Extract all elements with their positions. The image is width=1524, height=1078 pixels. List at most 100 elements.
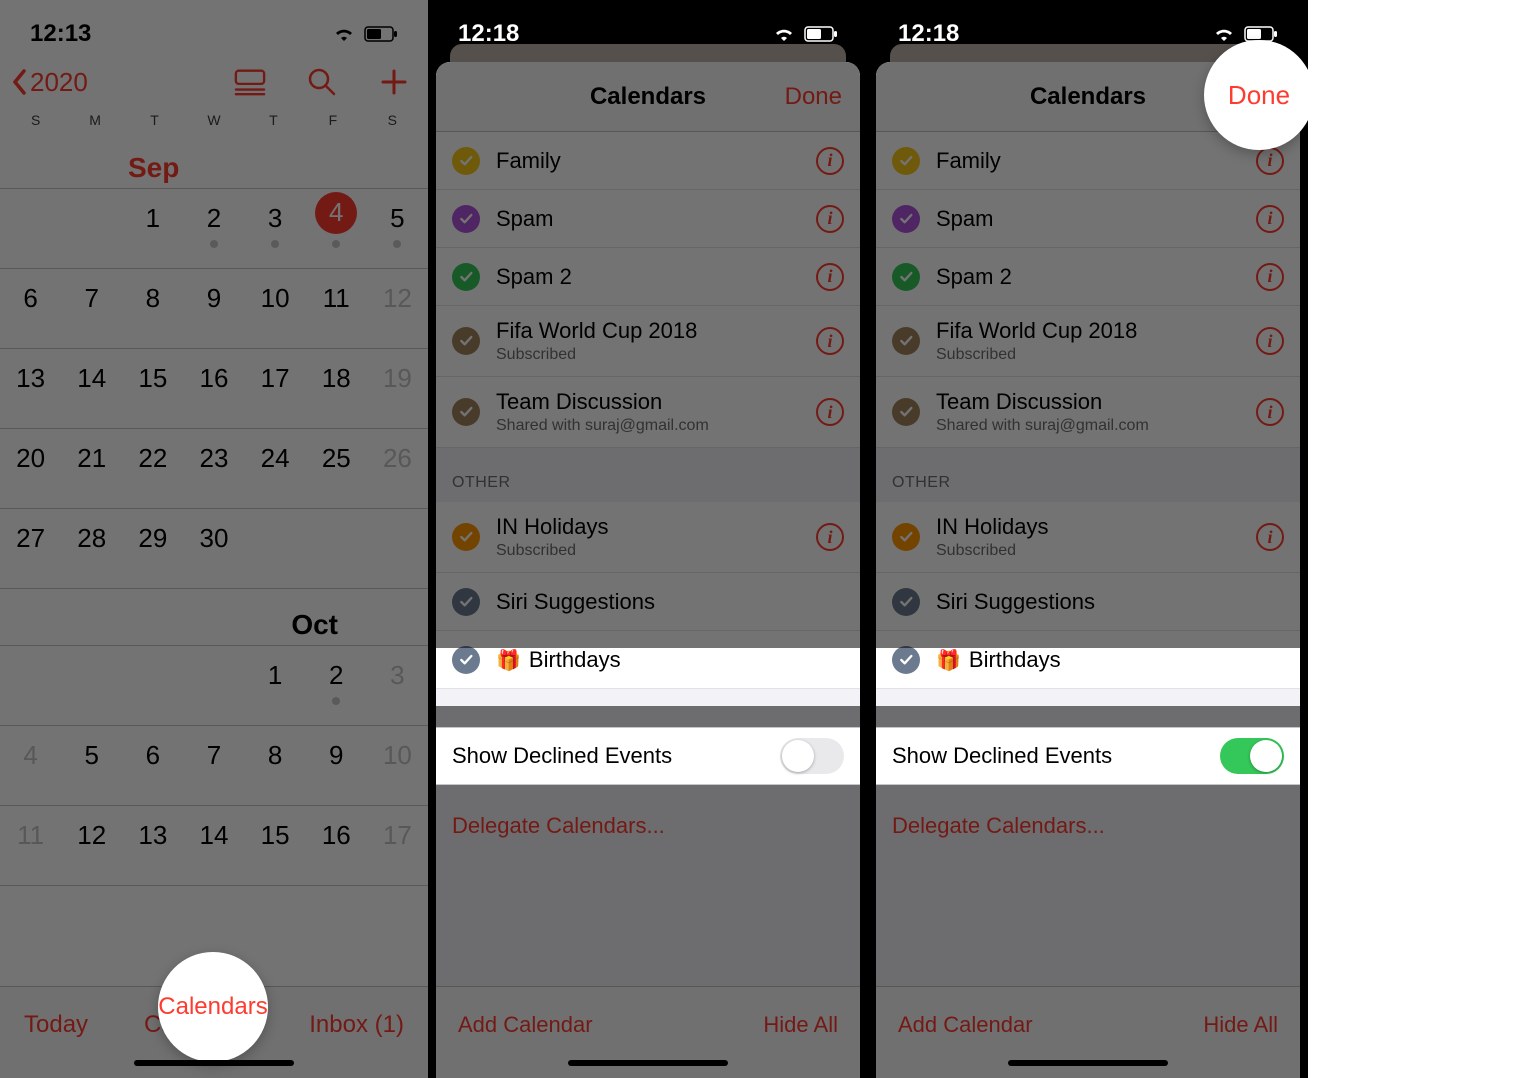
calendar-day-cell[interactable]: 16 <box>183 349 244 394</box>
delegate-calendars-button[interactable]: Delegate Calendars... <box>876 785 1300 867</box>
calendar-day-cell[interactable]: 5 <box>61 726 122 771</box>
calendar-check-icon[interactable] <box>892 327 920 355</box>
calendar-day-cell[interactable]: 7 <box>61 269 122 314</box>
calendar-day-cell[interactable]: 17 <box>367 806 428 851</box>
search-icon[interactable] <box>306 66 338 98</box>
calendar-day-cell[interactable]: 29 <box>122 509 183 554</box>
calendar-day-cell[interactable]: 28 <box>61 509 122 554</box>
calendar-day-cell[interactable]: 6 <box>0 269 61 314</box>
calendar-day-cell[interactable]: 30 <box>183 509 244 554</box>
done-button-highlight-label[interactable]: Done <box>1228 80 1290 111</box>
home-indicator[interactable] <box>1008 1060 1168 1066</box>
calendar-day-cell[interactable]: 8 <box>245 726 306 771</box>
calendar-check-icon[interactable] <box>892 205 920 233</box>
back-button[interactable]: 2020 <box>12 67 88 98</box>
show-declined-toggle[interactable] <box>1220 738 1284 774</box>
calendar-check-icon[interactable] <box>452 646 480 674</box>
today-button[interactable]: Today <box>24 1011 88 1039</box>
calendar-day-cell[interactable]: 12 <box>61 806 122 851</box>
calendar-row[interactable]: 🎁Birthdays <box>876 631 1300 689</box>
calendar-day-cell[interactable]: 16 <box>306 806 367 851</box>
calendar-day-cell[interactable]: 27 <box>0 509 61 554</box>
calendar-check-icon[interactable] <box>892 147 920 175</box>
calendar-day-cell[interactable]: 15 <box>245 806 306 851</box>
calendar-row[interactable]: Team DiscussionShared with suraj@gmail.c… <box>436 377 860 448</box>
calendar-day-cell[interactable]: 15 <box>122 349 183 394</box>
info-icon[interactable]: i <box>1256 205 1284 233</box>
calendar-day-cell[interactable]: 17 <box>245 349 306 394</box>
calendar-row[interactable]: Fifa World Cup 2018Subscribedi <box>876 306 1300 377</box>
calendar-day-cell[interactable]: 9 <box>306 726 367 771</box>
calendar-day-cell[interactable]: 13 <box>122 806 183 851</box>
calendar-day-cell[interactable]: 24 <box>245 429 306 474</box>
add-calendar-button[interactable]: Add Calendar <box>898 1012 1033 1038</box>
add-icon[interactable] <box>378 66 410 98</box>
calendar-day-cell[interactable]: 20 <box>0 429 61 474</box>
calendar-day-cell[interactable]: 3 <box>367 646 428 691</box>
calendar-check-icon[interactable] <box>452 523 480 551</box>
info-icon[interactable]: i <box>816 327 844 355</box>
home-indicator[interactable] <box>568 1060 728 1066</box>
home-indicator[interactable] <box>134 1060 294 1066</box>
calendar-day-cell[interactable]: 14 <box>61 349 122 394</box>
calendar-row[interactable]: Spami <box>876 190 1300 248</box>
calendar-day-cell[interactable]: 12 <box>367 269 428 314</box>
calendar-check-icon[interactable] <box>892 588 920 616</box>
calendar-check-icon[interactable] <box>892 398 920 426</box>
calendar-day-cell[interactable]: 2 <box>183 189 244 248</box>
calendar-row[interactable]: Spam 2i <box>876 248 1300 306</box>
calendar-day-cell[interactable]: 10 <box>245 269 306 314</box>
show-declined-toggle[interactable] <box>780 738 844 774</box>
calendar-row[interactable]: 🎁Birthdays <box>436 631 860 689</box>
calendar-day-cell[interactable]: 22 <box>122 429 183 474</box>
calendar-row[interactable]: IN HolidaysSubscribedi <box>876 502 1300 573</box>
calendar-day-cell[interactable]: 23 <box>183 429 244 474</box>
calendar-day-cell[interactable]: 7 <box>183 726 244 771</box>
calendar-check-icon[interactable] <box>892 263 920 291</box>
info-icon[interactable]: i <box>1256 398 1284 426</box>
calendar-day-cell[interactable]: 2 <box>306 646 367 705</box>
calendar-day-cell[interactable]: 1 <box>245 646 306 691</box>
calendar-day-cell[interactable]: 4 <box>306 189 367 248</box>
info-icon[interactable]: i <box>1256 523 1284 551</box>
calendar-day-cell[interactable]: 11 <box>306 269 367 314</box>
calendar-check-icon[interactable] <box>452 588 480 616</box>
calendar-check-icon[interactable] <box>452 398 480 426</box>
info-icon[interactable]: i <box>1256 327 1284 355</box>
calendar-check-icon[interactable] <box>452 205 480 233</box>
calendar-day-cell[interactable]: 26 <box>367 429 428 474</box>
calendar-day-cell[interactable]: 6 <box>122 726 183 771</box>
delegate-calendars-button[interactable]: Delegate Calendars... <box>436 785 860 867</box>
calendar-row[interactable]: Spami <box>436 190 860 248</box>
add-calendar-button[interactable]: Add Calendar <box>458 1012 593 1038</box>
calendar-day-cell[interactable]: 11 <box>0 806 61 851</box>
info-icon[interactable]: i <box>1256 263 1284 291</box>
calendar-check-icon[interactable] <box>892 646 920 674</box>
info-icon[interactable]: i <box>816 398 844 426</box>
info-icon[interactable]: i <box>816 523 844 551</box>
calendar-check-icon[interactable] <box>452 327 480 355</box>
done-button[interactable]: Done <box>785 83 842 111</box>
calendar-row[interactable]: Siri Suggestions <box>876 573 1300 631</box>
calendar-check-icon[interactable] <box>892 523 920 551</box>
list-view-icon[interactable] <box>234 66 266 98</box>
calendar-row[interactable]: Siri Suggestions <box>436 573 860 631</box>
calendars-button-highlight-label[interactable]: Calendars <box>158 993 267 1021</box>
calendar-day-cell[interactable]: 14 <box>183 806 244 851</box>
calendar-day-cell[interactable]: 25 <box>306 429 367 474</box>
calendar-row[interactable]: Spam 2i <box>436 248 860 306</box>
calendar-day-cell[interactable]: 9 <box>183 269 244 314</box>
calendar-day-cell[interactable]: 19 <box>367 349 428 394</box>
inbox-button[interactable]: Inbox (1) <box>309 1011 404 1039</box>
hide-all-button[interactable]: Hide All <box>1203 1012 1278 1038</box>
calendar-row[interactable]: IN HolidaysSubscribedi <box>436 502 860 573</box>
calendar-day-cell[interactable]: 13 <box>0 349 61 394</box>
calendar-check-icon[interactable] <box>452 263 480 291</box>
info-icon[interactable]: i <box>816 147 844 175</box>
calendar-day-cell[interactable]: 3 <box>245 189 306 248</box>
calendar-row[interactable]: Team DiscussionShared with suraj@gmail.c… <box>876 377 1300 448</box>
calendar-day-cell[interactable]: 1 <box>122 189 183 234</box>
info-icon[interactable]: i <box>816 205 844 233</box>
info-icon[interactable]: i <box>816 263 844 291</box>
calendar-row[interactable]: Fifa World Cup 2018Subscribedi <box>436 306 860 377</box>
